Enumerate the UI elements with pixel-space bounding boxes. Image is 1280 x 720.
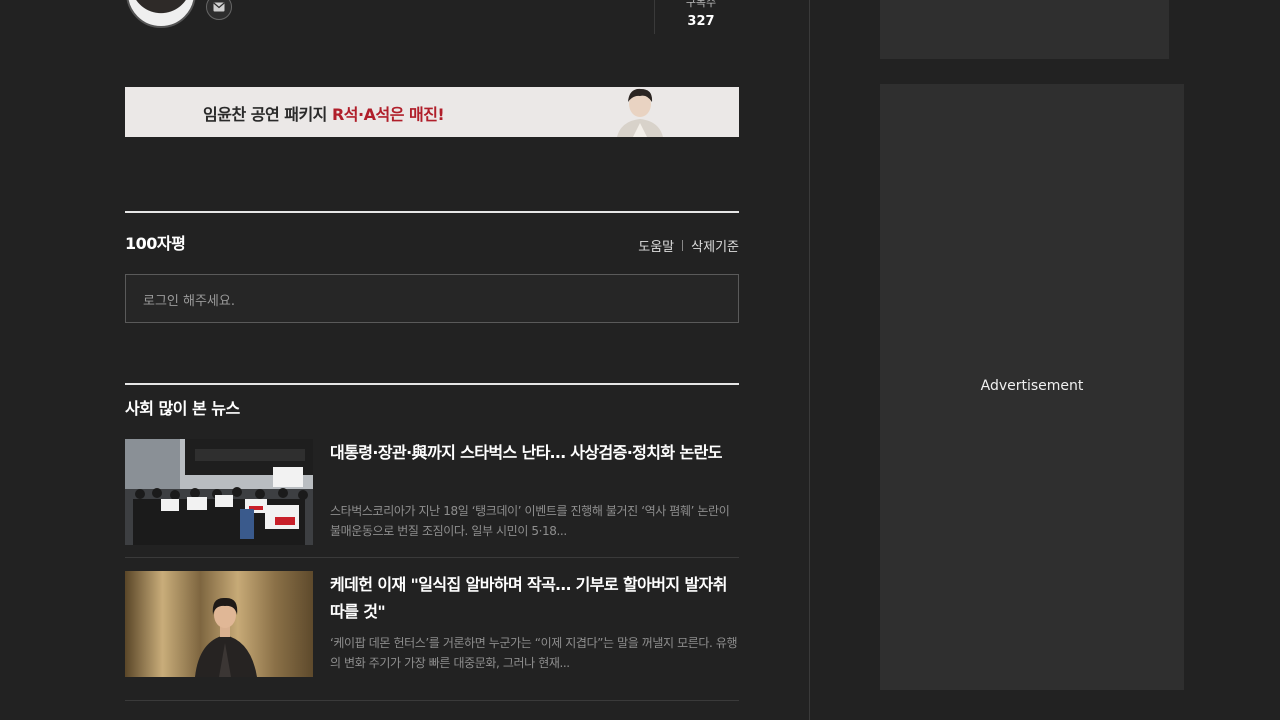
- banner-text: 임윤찬 공연 패키지 R석·A석은 매진!: [203, 101, 445, 125]
- column-divider: [809, 0, 810, 720]
- stat-separator: [654, 0, 655, 34]
- comment-login-field[interactable]: 로그인 해주세요.: [125, 274, 739, 323]
- deletion-policy-link[interactable]: 삭제기준: [691, 236, 739, 255]
- mail-icon: [213, 2, 225, 12]
- link-separator: [682, 240, 684, 251]
- banner-text-main: 임윤찬 공연 패키지: [203, 105, 332, 124]
- help-link[interactable]: 도움말: [638, 236, 674, 255]
- popular-rule: [125, 383, 739, 385]
- news-summary: 스타벅스코리아가 지난 18일 ‘탱크데이’ 이벤트를 진행해 불거진 ‘역사 …: [330, 504, 730, 538]
- news-separator: [125, 557, 739, 558]
- news-separator: [125, 700, 739, 701]
- comment-links: 도움말 삭제기준: [638, 236, 739, 255]
- news-summary: ‘케이팝 데몬 헌터스’를 거론하면 누군가는 “이제 지겹다”는 말을 꺼낼지…: [330, 636, 738, 670]
- email-button[interactable]: [206, 0, 232, 20]
- sidebar-ad-top[interactable]: [880, 0, 1169, 59]
- news-item[interactable]: 대통령·장관·與까지 스타벅스 난타… 사상검증·정치화 논란도 스타벅스코리아…: [125, 439, 739, 546]
- author-avatar[interactable]: [126, 0, 196, 28]
- banner-person-image: [595, 87, 685, 137]
- sidebar-ad[interactable]: Advertisement: [880, 84, 1184, 690]
- popular-news-title: 사회 많이 본 뉴스: [125, 399, 240, 418]
- news-thumbnail-protest: [125, 439, 313, 545]
- banner-text-highlight: R석·A석은 매진!: [331, 105, 445, 124]
- concert-banner-ad[interactable]: 임윤찬 공연 패키지 R석·A석은 매진!: [125, 87, 739, 137]
- news-headline[interactable]: 대통령·장관·與까지 스타벅스 난타… 사상검증·정치화 논란도: [330, 439, 739, 466]
- comments-title: 100자평: [125, 234, 186, 253]
- news-item[interactable]: 케데헌 이재 "일식집 알바하며 작곡… 기부로 할아버지 발자취 따를 것" …: [125, 571, 739, 678]
- login-placeholder: 로그인 해주세요.: [143, 294, 235, 309]
- news-headline[interactable]: 케데헌 이재 "일식집 알바하며 작곡… 기부로 할아버지 발자취 따를 것": [330, 571, 739, 625]
- advertisement-label: Advertisement: [980, 378, 1084, 394]
- subscriber-count: 327: [687, 14, 715, 29]
- subscriber-label: 구독수: [685, 0, 717, 9]
- comments-rule: [125, 211, 739, 213]
- news-thumbnail-portrait: [125, 571, 313, 677]
